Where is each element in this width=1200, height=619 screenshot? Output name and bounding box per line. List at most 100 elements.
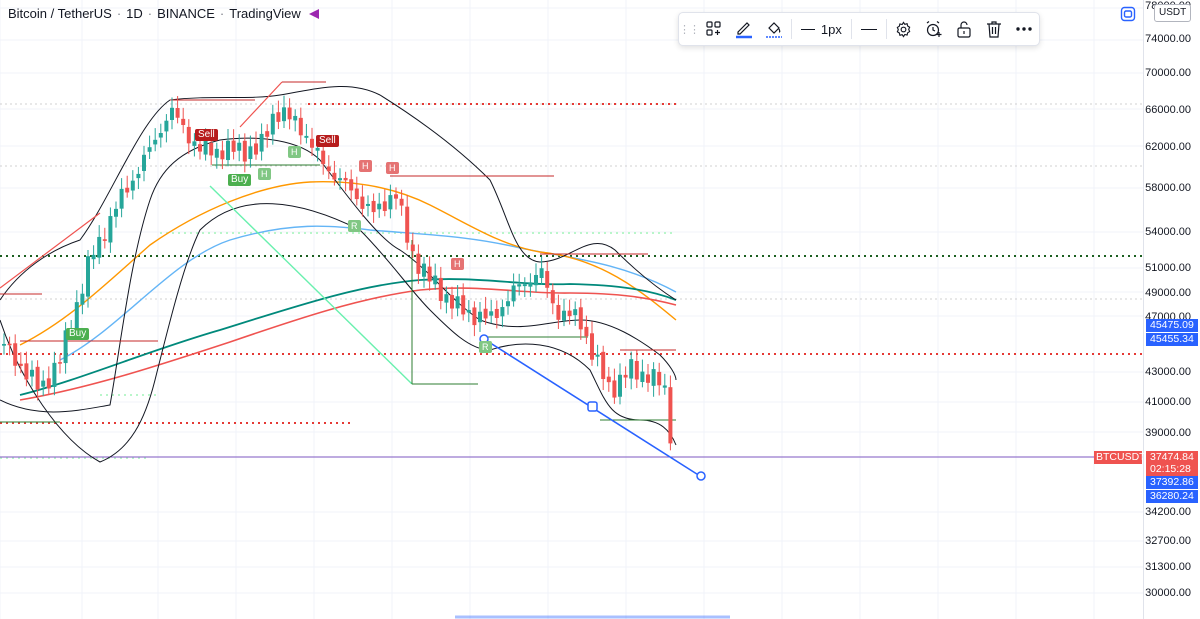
candle-body — [444, 294, 449, 303]
candle-body — [360, 196, 365, 209]
candle-body — [539, 268, 544, 278]
line-width-icon — [800, 28, 815, 30]
h-signal-4: H — [386, 162, 399, 174]
candle-body — [97, 236, 102, 258]
candle-body — [466, 309, 471, 313]
price-tag: 36280.24 — [1146, 490, 1198, 503]
price-axis-label: 34200.00 — [1145, 506, 1191, 518]
candle-body — [567, 310, 572, 317]
candle-body — [220, 150, 225, 160]
candle-body — [326, 166, 331, 172]
price-axis-label: 58000.00 — [1145, 182, 1191, 194]
candle-body — [192, 141, 197, 146]
candle-body — [545, 271, 550, 288]
h-signal-1: H — [288, 146, 301, 158]
candle-body — [399, 198, 404, 206]
chart-grid — [0, 0, 1143, 619]
candle-body — [377, 203, 382, 210]
candle-body — [125, 187, 130, 193]
candle-body — [427, 266, 432, 282]
price-axis-label: 70000.00 — [1145, 67, 1191, 79]
candle-body — [506, 301, 510, 307]
toolbar-divider — [850, 19, 852, 39]
price-axis-label: 43000.00 — [1145, 366, 1191, 378]
candle-body — [382, 201, 387, 211]
price-axis-label: 62000.00 — [1145, 141, 1191, 153]
candle-body — [522, 284, 527, 287]
candle-body — [158, 133, 163, 138]
candle-body — [136, 173, 141, 179]
candle-body — [181, 118, 186, 125]
candle-body — [405, 206, 410, 243]
candle-body — [298, 117, 303, 136]
trendline-handle-mid — [587, 401, 598, 412]
unlock-icon[interactable] — [949, 13, 979, 45]
price-tag: 37392.86 — [1146, 476, 1198, 489]
price-axis-label: 41000.00 — [1145, 396, 1191, 408]
candle-body — [203, 140, 208, 155]
currency-button[interactable]: USDT — [1154, 4, 1192, 22]
price-axis-label: 51000.00 — [1145, 262, 1191, 274]
exchange-label: BINANCE — [157, 6, 215, 21]
candle-body — [640, 371, 645, 382]
candle-body — [259, 133, 264, 152]
fill-bucket-icon[interactable] — [759, 13, 789, 45]
candle-body — [455, 296, 460, 309]
trash-icon[interactable] — [979, 13, 1009, 45]
source-label: TradingView — [229, 6, 301, 21]
candle-body — [646, 374, 650, 383]
candle-body — [41, 380, 46, 387]
candle-body — [7, 343, 12, 346]
price-axis-label: 30000.00 — [1145, 587, 1191, 599]
price-axis[interactable]: 78000.0074000.0070000.0066000.0062000.00… — [1143, 0, 1200, 619]
candle-body — [254, 143, 258, 155]
candle-body — [30, 369, 34, 377]
candle-body — [248, 146, 253, 160]
candle-body — [511, 285, 516, 302]
buy-signal-1: Buy — [66, 328, 90, 340]
candle-body — [618, 374, 622, 397]
line-style-icon[interactable] — [854, 13, 884, 45]
trend-red-1 — [0, 212, 101, 289]
alert-add-icon[interactable] — [919, 13, 949, 45]
price-tag: 02:15:28 — [1146, 463, 1198, 476]
more-icon[interactable] — [1009, 13, 1039, 45]
flag-icon[interactable] — [308, 8, 319, 19]
candle-body — [556, 304, 561, 320]
candle-body — [472, 307, 477, 326]
templates-icon[interactable] — [699, 13, 729, 45]
candle-body — [494, 308, 499, 319]
candle-body — [35, 366, 40, 390]
candle-body — [226, 140, 230, 161]
candle-body — [2, 343, 6, 346]
price-tag: 45455.34 — [1146, 333, 1198, 346]
candle-body — [483, 308, 488, 319]
symbol-legend[interactable]: Bitcoin / TetherUS · 1D · BINANCE · Trad… — [8, 6, 319, 21]
drawing-toolbar[interactable]: ⋮⋮ 1px — [678, 12, 1040, 46]
candle-body — [304, 135, 309, 138]
moving-averages — [19, 181, 677, 401]
candle-body — [612, 380, 617, 398]
candle-body — [332, 172, 337, 180]
settings-icon[interactable] — [889, 13, 919, 45]
candle-body — [338, 178, 342, 181]
candle-body — [153, 139, 158, 145]
symbol-name[interactable]: Bitcoin / TetherUS — [8, 6, 112, 21]
candle-body — [595, 354, 600, 357]
candle-body — [108, 216, 113, 243]
price-chart[interactable] — [0, 0, 1143, 619]
legend-dot: · — [147, 6, 153, 21]
candle-body — [606, 376, 611, 383]
candle-body — [86, 256, 90, 297]
price-axis-label: 66000.00 — [1145, 104, 1191, 116]
symbol-price-tag: BTCUSDT — [1094, 451, 1146, 464]
pencil-icon[interactable] — [729, 13, 759, 45]
price-axis-label: 39000.00 — [1145, 427, 1191, 439]
line-width-button[interactable]: 1px — [794, 13, 848, 45]
candle-body — [321, 150, 326, 165]
fullscreen-icon[interactable] — [1120, 6, 1136, 22]
candle-body — [237, 142, 242, 151]
drag-handle-icon[interactable]: ⋮⋮ — [679, 13, 700, 45]
interval-label[interactable]: 1D — [126, 6, 143, 21]
candle-body — [58, 362, 62, 364]
